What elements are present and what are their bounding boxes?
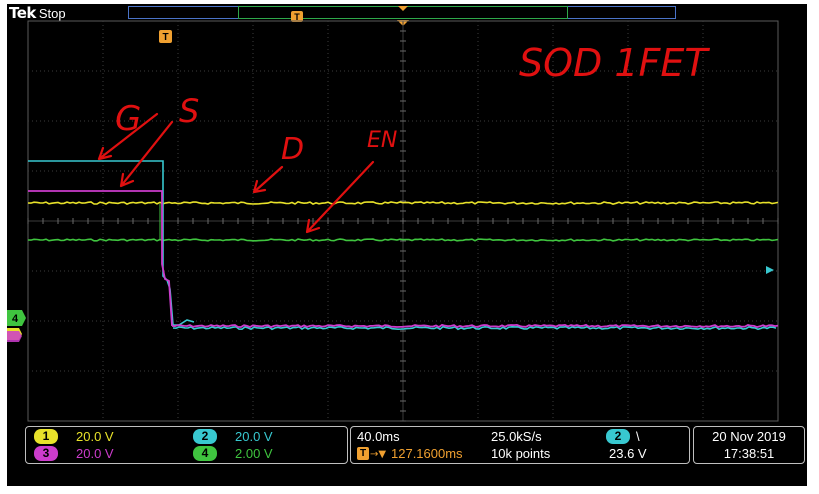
trigger-t-icon[interactable]: T xyxy=(159,30,172,43)
annotation-g: G xyxy=(115,99,141,139)
annotation-s: S xyxy=(179,92,199,130)
status-bar: 1 20.0 V 2 20.0 V 3 20.0 V 4 2.00 V 40.0… xyxy=(7,422,807,486)
ch3-scale: 20.0 V xyxy=(76,446,114,461)
svg-text:T: T xyxy=(162,32,168,43)
ch3-edge xyxy=(28,190,173,327)
annotation-d: D xyxy=(281,132,304,167)
trigger-position-readout: 127.1600ms xyxy=(391,446,463,461)
ch1-scale: 20.0 V xyxy=(76,429,114,444)
record-length-readout: 10k points xyxy=(491,446,551,461)
acquisition-panel[interactable]: 40.0ms 25.0kS/s T →▼ 127.1600ms 10k poin… xyxy=(350,426,690,464)
ch3-badge[interactable]: 3 xyxy=(34,446,58,461)
sample-rate-readout: 25.0kS/s xyxy=(491,429,542,444)
ch4-badge[interactable]: 4 xyxy=(193,446,217,461)
ch2-trigger-level-marker[interactable] xyxy=(766,266,774,274)
date-readout: 20 Nov 2019 xyxy=(712,429,786,444)
channel-scale-panel[interactable]: 1 20.0 V 2 20.0 V 3 20.0 V 4 2.00 V xyxy=(25,426,348,464)
annotation-en: EN xyxy=(367,128,397,153)
svg-text:4: 4 xyxy=(12,313,19,325)
ch3-ground-marker[interactable] xyxy=(7,331,22,342)
trigger-slope-icon: \ xyxy=(636,429,640,444)
oscilloscope-screen: Tek Stop T T 4 SOD 1FET G S D EN 1 20.0 … xyxy=(7,4,807,486)
trigger-position-top-icon xyxy=(398,6,408,11)
trigger-source-badge[interactable]: 2 xyxy=(606,429,630,444)
ch4-ground-marker[interactable]: 4 xyxy=(7,310,26,326)
ch3-waveform xyxy=(171,323,779,329)
trigger-delay-arrow-icon: →▼ xyxy=(370,449,387,460)
ch4-scale: 2.00 V xyxy=(235,446,273,461)
trigger-position-icon: T xyxy=(357,447,369,460)
ch1-badge[interactable]: 1 xyxy=(34,429,58,444)
ch2-edge xyxy=(28,160,195,326)
timebase-readout: 40.0ms xyxy=(357,429,400,444)
time-readout: 17:38:51 xyxy=(723,446,775,461)
datetime-panel[interactable]: 20 Nov 2019 17:38:51 xyxy=(693,426,805,464)
record-trigger-icon: T xyxy=(291,11,303,22)
ch2-scale: 20.0 V xyxy=(235,429,273,444)
waveform-area: T T 4 SOD 1FET G S D EN xyxy=(7,6,779,422)
annotation-title: SOD 1FET xyxy=(519,41,710,85)
ch2-badge[interactable]: 2 xyxy=(193,429,217,444)
trigger-level-readout: 23.6 V xyxy=(609,446,647,461)
